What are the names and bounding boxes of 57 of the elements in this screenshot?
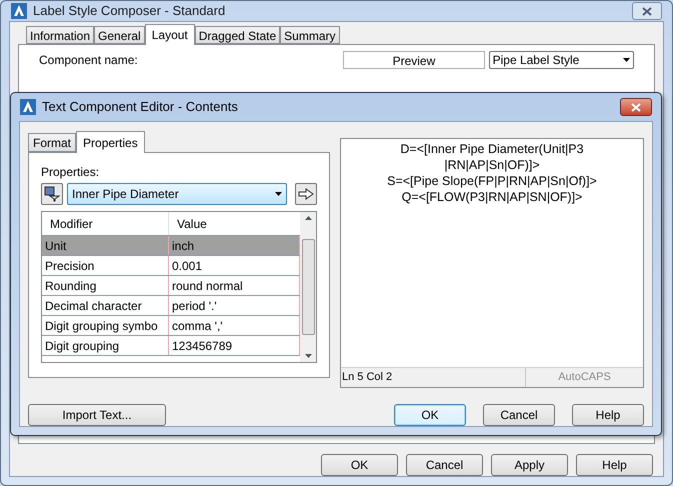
style-dropdown[interactable]: Pipe Label Style	[488, 51, 634, 69]
tab[interactable]: General	[94, 26, 145, 44]
cursor-position: Ln 5 Col 2	[341, 370, 394, 386]
dialog-button[interactable]: OK	[394, 404, 466, 426]
text-editor[interactable]: D=<[Inner Pipe Diameter(Unit|P3 |RN|AP|Sn|OF)]> S=<[Pipe Slope(FP|P|RN|AP|Sn|Of)]> Q=<[FLOW(P3|RN|AP|SN|OF)]> Ln 5 Col 2 AutoCAPS	[340, 138, 644, 388]
window-title: Label Style Composer - Standard	[33, 2, 226, 20]
dialog-button[interactable]: Apply	[491, 454, 568, 476]
modifier-cell: Rounding	[42, 276, 169, 295]
scroll-up-icon	[304, 216, 312, 220]
property-select[interactable]: Inner Pipe Diameter	[67, 183, 287, 205]
close-icon	[631, 102, 641, 112]
app-logo-icon	[11, 3, 27, 19]
dialog-button[interactable]: Import Text...	[28, 404, 166, 426]
dialog-button[interactable]: Help	[576, 454, 653, 476]
tab[interactable]: Properties	[76, 131, 145, 153]
properties-label: Properties:	[41, 164, 100, 181]
grid-row[interactable]: Unit inch	[42, 236, 300, 256]
editor-text-line: Q=<[FLOW(P3|RN|AP|SN|OF)]>	[402, 189, 582, 205]
dropdown-arrow-icon	[275, 192, 282, 196]
dialog-button[interactable]: Cancel	[406, 454, 483, 476]
close-icon	[642, 6, 652, 16]
grid-row[interactable]: Digit grouping symbo comma ','	[42, 316, 300, 336]
preview-button[interactable]: Preview	[343, 51, 485, 69]
modifier-cell: Precision	[42, 256, 169, 275]
modifier-cell: Decimal character	[42, 296, 169, 315]
dialog-title: Text Component Editor - Contents	[42, 98, 238, 116]
scrollbar[interactable]	[300, 212, 316, 362]
dialog-button[interactable]: OK	[321, 454, 398, 476]
grid-row[interactable]: Rounding round normal	[42, 276, 300, 296]
filter-button[interactable]	[41, 183, 63, 205]
modifier-cell: Digit grouping symbo	[42, 316, 169, 335]
app-logo-icon	[20, 99, 36, 115]
tab[interactable]: Layout	[144, 24, 195, 45]
scroll-down-icon	[304, 354, 312, 358]
modifier-cell: Digit grouping	[42, 336, 169, 355]
modifier-cell: Unit	[42, 236, 169, 255]
grid-row[interactable]: Precision 0.001	[42, 256, 300, 276]
tab[interactable]: Format	[28, 133, 76, 152]
grid-row[interactable]: Decimal character period '.'	[42, 296, 300, 316]
component-name-label: Component name:	[39, 52, 139, 69]
tab[interactable]: Summary	[280, 26, 340, 44]
tab[interactable]: Dragged State	[194, 26, 280, 44]
dialog-button[interactable]: Help	[572, 404, 644, 426]
close-button[interactable]	[632, 2, 662, 20]
editor-text-line: |RN|AP|Sn|OF)]>	[444, 157, 540, 173]
autocaps-indicator: AutoCAPS	[525, 368, 643, 387]
insert-button[interactable]	[295, 183, 317, 205]
filter-icon	[44, 186, 60, 202]
grid-row[interactable]: Digit grouping 123456789	[42, 336, 300, 356]
dropdown-arrow-icon	[622, 58, 630, 62]
editor-text-line: D=<[Inner Pipe Diameter(Unit|P3	[400, 141, 584, 157]
close-button[interactable]	[620, 98, 652, 116]
tab[interactable]: Information	[26, 26, 94, 44]
dialog-button[interactable]: Cancel	[483, 404, 555, 426]
editor-text-line: S=<[Pipe Slope(FP|P|RN|AP|Sn|Of)]>	[387, 173, 597, 189]
right-arrow-icon	[298, 188, 314, 200]
scroll-thumb[interactable]	[302, 239, 314, 335]
